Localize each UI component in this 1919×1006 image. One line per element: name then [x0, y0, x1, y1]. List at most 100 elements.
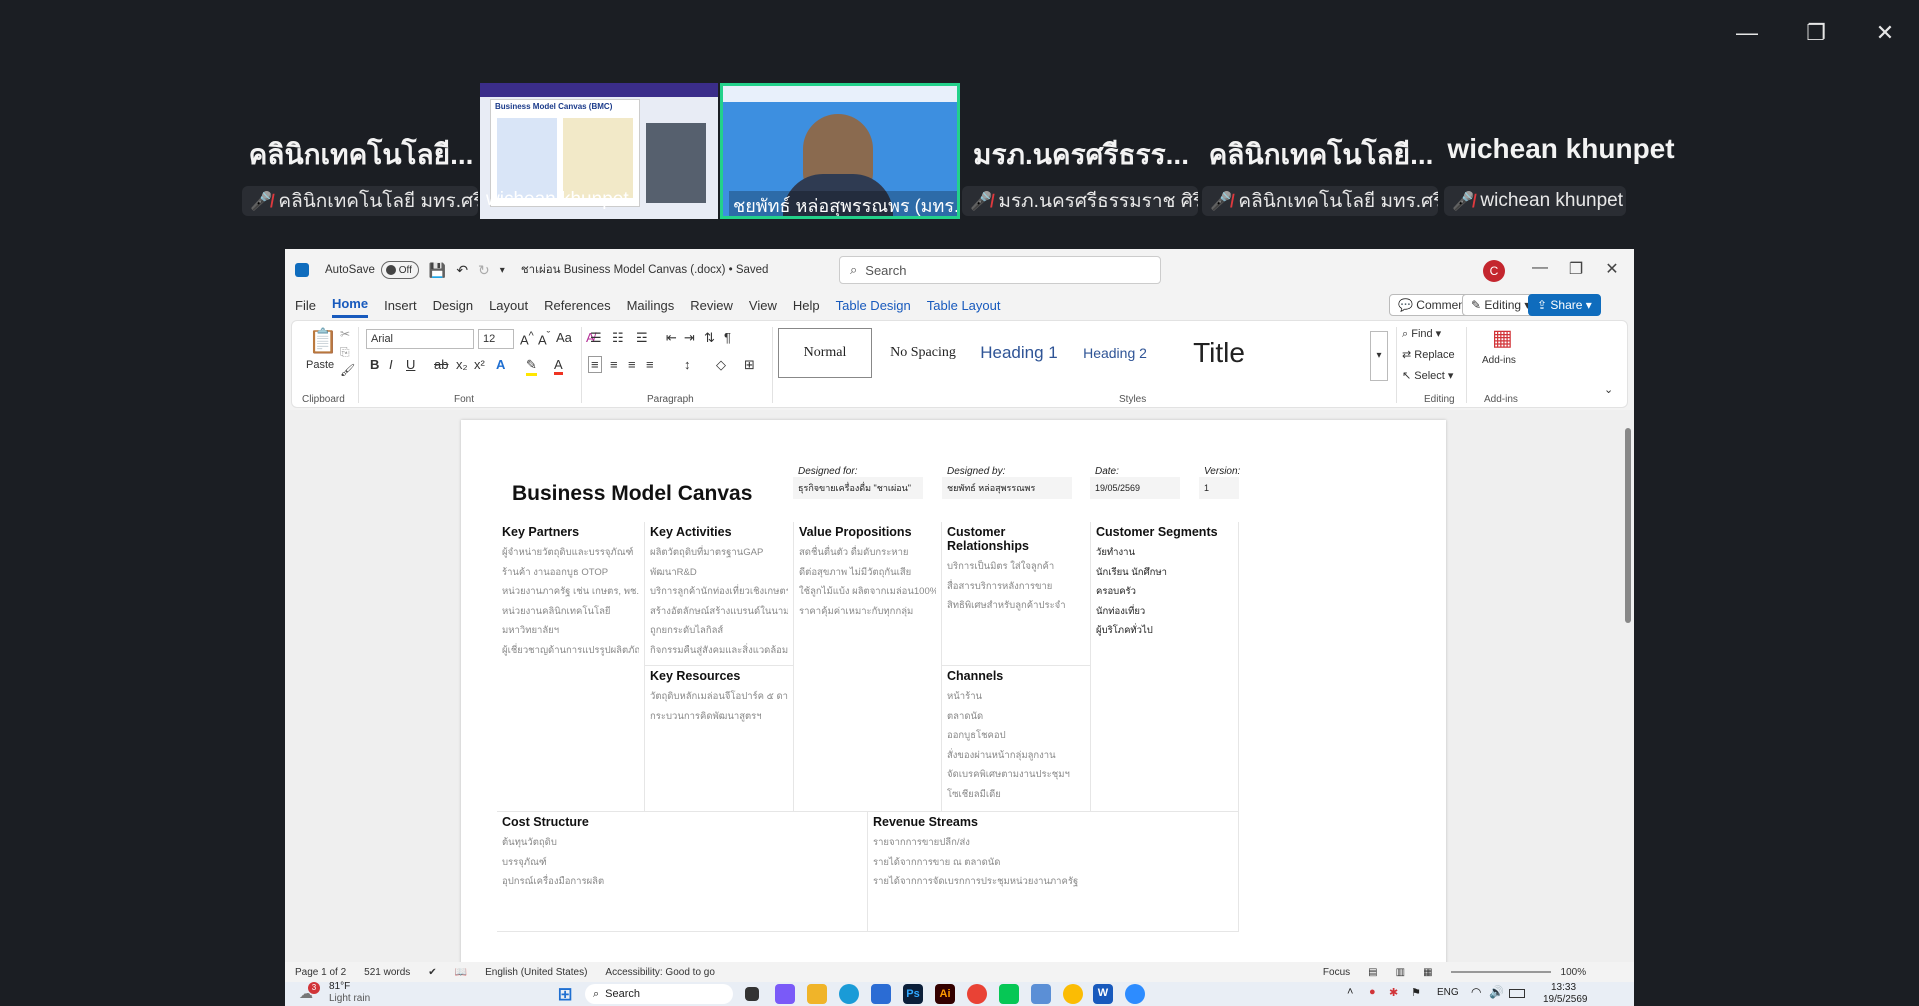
numbering-icon[interactable]: ☷ [612, 330, 624, 346]
underline-icon[interactable]: U [406, 357, 415, 372]
increase-indent-icon[interactable]: ⇥ [684, 330, 695, 346]
start-icon[interactable]: ⊞ [555, 984, 575, 1004]
book-icon[interactable]: 📖 [455, 967, 467, 978]
wifi-icon[interactable]: ◠ [1471, 985, 1481, 999]
tab-review[interactable]: Review [690, 294, 733, 317]
style-no-spacing[interactable]: No Spacing [876, 328, 970, 378]
file-explorer-icon[interactable] [807, 984, 827, 1004]
align-right-icon[interactable]: ≡ [628, 357, 636, 372]
word-count[interactable]: 521 words [364, 967, 410, 978]
chrome-profile-icon[interactable] [1063, 984, 1083, 1004]
tab-view[interactable]: View [749, 294, 777, 317]
pilcrow-icon[interactable]: ¶ [724, 330, 731, 345]
addins-icon[interactable]: ▦ [1492, 325, 1513, 351]
format-painter-icon[interactable]: 🖌 [340, 363, 355, 377]
tray-app-icon-3[interactable]: ⚑ [1411, 986, 1421, 999]
word-minimize-icon[interactable]: — [1525, 259, 1555, 277]
focus-button[interactable]: Focus [1323, 967, 1350, 978]
find-button[interactable]: ⌕ Find ▾ [1402, 327, 1441, 341]
collapse-ribbon-icon[interactable]: ⌄ [1604, 383, 1613, 396]
task-view-icon[interactable] [745, 987, 759, 1001]
word-taskbar-icon[interactable]: W [1093, 984, 1113, 1004]
customer-segments-cell[interactable]: Customer Segments วัยทำงาน นักเรียน นักศ… [1091, 522, 1239, 812]
proofing-icon[interactable]: ✔ [428, 967, 436, 978]
align-center-icon[interactable]: ≡ [610, 357, 618, 372]
highlight-icon[interactable]: ✎ [526, 357, 537, 376]
style-heading-2[interactable]: Heading 2 [1068, 328, 1162, 378]
style-title[interactable]: Title [1164, 328, 1274, 378]
key-resources-cell[interactable]: Key Resources วัตถุดิบหลักเมล่อนจีโอปาร์… [645, 666, 794, 812]
word-close-icon[interactable]: ✕ [1597, 259, 1627, 279]
styles-more-icon[interactable]: ▾ [1370, 331, 1388, 381]
avatar[interactable]: C [1483, 260, 1505, 282]
word-restore-icon[interactable]: ❐ [1561, 259, 1591, 279]
accessibility-status[interactable]: Accessibility: Good to go [605, 967, 715, 978]
chrome-icon[interactable] [967, 984, 987, 1004]
document-page[interactable]: Business Model Canvas Designed for: ธุรก… [461, 420, 1446, 962]
font-name-select[interactable]: Arial [366, 329, 474, 349]
tab-layout[interactable]: Layout [489, 294, 528, 317]
strikethrough-icon[interactable]: ab [434, 357, 448, 372]
document-area[interactable]: Business Model Canvas Designed for: ธุรก… [285, 410, 1634, 962]
change-case-icon[interactable]: Aa [556, 330, 572, 345]
weather-temp[interactable]: 81°F [329, 981, 350, 992]
tab-insert[interactable]: Insert [384, 294, 417, 317]
italic-icon[interactable]: I [389, 357, 393, 372]
tab-help[interactable]: Help [793, 294, 820, 317]
customize-toolbar-icon[interactable]: ▾ [500, 265, 505, 276]
font-color-icon[interactable]: A [554, 357, 563, 375]
grow-font-icon[interactable]: A^ [520, 330, 534, 347]
minimize-icon[interactable]: — [1727, 18, 1767, 48]
print-layout-icon[interactable]: ▥ [1396, 967, 1405, 978]
close-icon[interactable]: ✕ [1865, 18, 1905, 48]
copilot-icon[interactable] [775, 984, 795, 1004]
align-left-icon[interactable]: ≡ [588, 356, 602, 373]
select-button[interactable]: ↖ Select ▾ [1402, 369, 1453, 382]
search-input[interactable]: ⌕ Search [839, 256, 1161, 284]
replace-button[interactable]: ⇄ Replace [1402, 348, 1455, 361]
illustrator-icon[interactable]: Ai [935, 984, 955, 1004]
redo-icon[interactable]: ↻ [478, 262, 490, 279]
paste-label[interactable]: Paste [306, 359, 334, 371]
cost-structure-cell[interactable]: Cost Structure ต้นทุนวัตถุดิบ บรรจุภัณฑ์… [497, 812, 868, 932]
tab-file[interactable]: File [295, 294, 316, 317]
save-icon[interactable]: 💾 [429, 262, 446, 279]
text-effects-icon[interactable]: A [496, 357, 505, 372]
tab-mailings[interactable]: Mailings [627, 294, 675, 317]
zoom-level[interactable]: 100% [1561, 967, 1587, 978]
cut-icon[interactable]: ✂ [340, 327, 350, 341]
notepad-icon[interactable] [1031, 984, 1051, 1004]
multilevel-list-icon[interactable]: ☲ [636, 330, 648, 346]
revenue-streams-cell[interactable]: Revenue Streams รายจากการขายปลีก/ส่ง ราย… [868, 812, 1239, 932]
shading-icon[interactable]: ◇ [716, 357, 726, 373]
taskbar-search[interactable]: ⌕ Search [585, 984, 733, 1004]
sort-icon[interactable]: ⇅ [704, 330, 715, 346]
customer-relationships-cell[interactable]: Customer Relationships บริการเป็นมิตร ใส… [942, 522, 1091, 666]
tab-references[interactable]: References [544, 294, 610, 317]
tray-app-icon[interactable]: ● [1369, 986, 1376, 998]
language-indicator[interactable]: ENG [1437, 987, 1459, 998]
key-partners-cell[interactable]: Key Partners ผู้จำหน่ายวัตถุดิบและบรรจุภ… [497, 522, 645, 812]
shrink-font-icon[interactable]: Aˇ [538, 330, 550, 347]
key-activities-cell[interactable]: Key Activities ผลิตวัตถุดิบที่มาตรฐานGAP… [645, 522, 794, 666]
clock-date[interactable]: 19/5/2569 [1543, 994, 1588, 1005]
tab-design[interactable]: Design [433, 294, 473, 317]
tray-app-icon-2[interactable]: ✱ [1389, 986, 1398, 999]
participant-video-speaker[interactable]: ชยพัทธ์ หล่อสุพรรณพร (มทร.... [720, 83, 960, 219]
page-count[interactable]: Page 1 of 2 [295, 967, 346, 978]
justify-icon[interactable]: ≡ [646, 357, 654, 372]
tab-table-layout[interactable]: Table Layout [927, 294, 1001, 317]
tab-home[interactable]: Home [331, 292, 369, 318]
undo-icon[interactable]: ↶ [456, 262, 468, 279]
restore-icon[interactable]: ❐ [1796, 18, 1836, 48]
line-spacing-icon[interactable]: ↕ [684, 357, 691, 372]
font-size-select[interactable]: 12 [478, 329, 514, 349]
superscript-icon[interactable]: x² [474, 357, 485, 372]
store-icon[interactable] [871, 984, 891, 1004]
clock-time[interactable]: 13:33 [1551, 982, 1576, 993]
version-value[interactable]: 1 [1199, 477, 1239, 499]
weather-desc[interactable]: Light rain [329, 993, 370, 1004]
web-layout-icon[interactable]: ▦ [1423, 967, 1432, 978]
copy-icon[interactable]: ⎘ [340, 345, 350, 360]
tray-chevron-icon[interactable]: ˄ [1347, 986, 1353, 998]
